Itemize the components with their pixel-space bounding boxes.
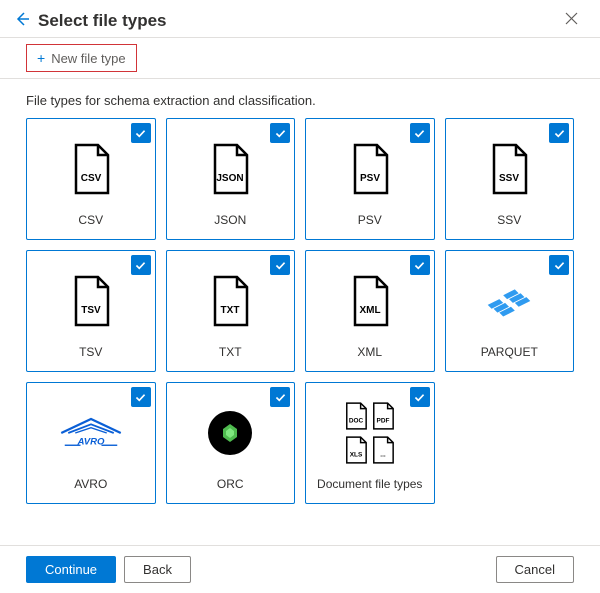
file-icon: CSV <box>70 137 112 201</box>
file-type-tile[interactable]: JSON JSON <box>166 118 296 240</box>
file-type-tile[interactable]: TSV TSV <box>26 250 156 372</box>
new-file-type-button[interactable]: + New file type <box>26 44 137 72</box>
dialog-title: Select file types <box>38 11 167 31</box>
checkmark-icon[interactable] <box>410 123 430 143</box>
file-icon: TXT <box>209 269 251 333</box>
file-type-tile[interactable]: CSV CSV <box>26 118 156 240</box>
tile-label: PARQUET <box>481 345 538 359</box>
svg-text:JSON: JSON <box>217 173 244 184</box>
checkmark-icon[interactable] <box>410 387 430 407</box>
file-type-tile[interactable]: SSV SSV <box>445 118 575 240</box>
tile-label: CSV <box>78 213 103 227</box>
tile-label: JSON <box>214 213 246 227</box>
checkmark-icon[interactable] <box>131 387 151 407</box>
checkmark-icon[interactable] <box>270 123 290 143</box>
tile-label: ORC <box>217 477 244 491</box>
avro-icon: AVRO <box>56 401 126 465</box>
checkmark-icon[interactable] <box>410 255 430 275</box>
file-type-tile[interactable]: ORC <box>166 382 296 504</box>
checkmark-icon[interactable] <box>549 123 569 143</box>
dialog-footer: Continue Back Cancel <box>0 545 600 593</box>
file-type-grid: CSV CSV JSON JSON PSV PSV SSV SSV TSV TSV TXT TXT XM… <box>0 118 600 504</box>
svg-text:TXT: TXT <box>221 305 240 316</box>
svg-text:AVRO: AVRO <box>76 436 105 447</box>
toolbar-row: + New file type <box>0 37 600 79</box>
file-type-tile[interactable]: PSV PSV <box>305 118 435 240</box>
dialog-header: Select file types <box>0 0 600 37</box>
tile-label: SSV <box>497 213 521 227</box>
file-type-tile[interactable]: TXT TXT <box>166 250 296 372</box>
tile-label: Document file types <box>317 477 422 491</box>
back-button[interactable]: Back <box>124 556 191 583</box>
checkmark-icon[interactable] <box>270 255 290 275</box>
document-types-icon: DOC PDF XLS... <box>344 401 395 465</box>
svg-text:PSV: PSV <box>360 173 380 184</box>
description-text: File types for schema extraction and cla… <box>0 79 600 118</box>
checkmark-icon[interactable] <box>131 123 151 143</box>
svg-text:XML: XML <box>359 305 380 316</box>
file-icon: TSV <box>70 269 112 333</box>
svg-text:SSV: SSV <box>499 173 519 184</box>
svg-text:XLS: XLS <box>350 451 363 458</box>
file-icon: XML <box>349 269 391 333</box>
cancel-button[interactable]: Cancel <box>496 556 574 583</box>
file-type-tile[interactable]: DOC PDF XLS... Document file types <box>305 382 435 504</box>
file-type-tile[interactable]: PARQUET <box>445 250 575 372</box>
plus-icon: + <box>37 50 45 66</box>
file-type-tile[interactable]: AVRO AVRO <box>26 382 156 504</box>
orc-icon <box>208 401 252 465</box>
file-icon: SSV <box>488 137 530 201</box>
file-icon: PSV <box>349 137 391 201</box>
tile-label: AVRO <box>74 477 107 491</box>
checkmark-icon[interactable] <box>549 255 569 275</box>
parquet-icon <box>480 269 538 333</box>
tile-label: PSV <box>358 213 382 227</box>
back-arrow-icon[interactable] <box>14 11 30 31</box>
new-file-type-label: New file type <box>51 51 125 66</box>
svg-text:DOC: DOC <box>349 418 364 425</box>
svg-text:...: ... <box>381 451 387 458</box>
checkmark-icon[interactable] <box>270 387 290 407</box>
continue-button[interactable]: Continue <box>26 556 116 583</box>
svg-text:TSV: TSV <box>81 305 101 316</box>
tile-label: TXT <box>219 345 242 359</box>
checkmark-icon[interactable] <box>131 255 151 275</box>
file-icon: JSON <box>209 137 251 201</box>
svg-text:CSV: CSV <box>80 173 101 184</box>
tile-label: XML <box>357 345 382 359</box>
file-type-tile[interactable]: XML XML <box>305 250 435 372</box>
close-icon[interactable] <box>559 10 584 31</box>
tile-label: TSV <box>79 345 102 359</box>
svg-text:PDF: PDF <box>377 418 390 425</box>
